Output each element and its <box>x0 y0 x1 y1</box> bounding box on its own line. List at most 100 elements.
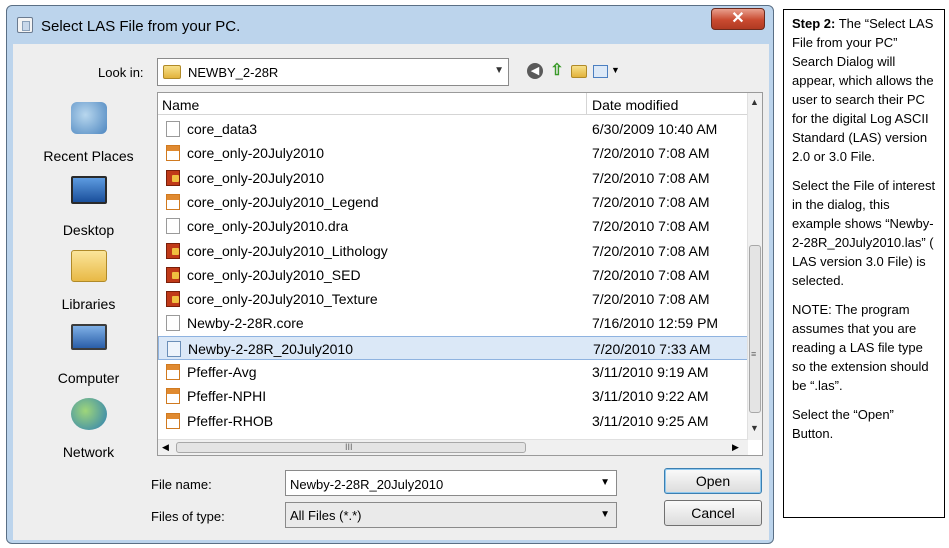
title-bar[interactable]: Select LAS File from your PC. ✕ <box>7 6 773 42</box>
file-name: core_only-20July2010_Texture <box>187 291 378 308</box>
file-row[interactable]: core_only-20July2010.dra 7/20/2010 7:08 A… <box>158 214 748 238</box>
back-icon[interactable]: ◀ <box>527 63 543 79</box>
file-row[interactable]: core_only-20July2010 7/20/2010 7:08 AM <box>158 166 748 190</box>
scroll-grip-icon: III <box>345 442 353 452</box>
file-list-header: Name Date modified <box>158 93 748 115</box>
desktop-icon <box>71 176 107 204</box>
place-label: Desktop <box>62 222 115 238</box>
file-name: core_only-20July2010 <box>187 169 324 186</box>
look-in-dropdown[interactable]: NEWBY_2-28R ▼ <box>157 58 509 86</box>
file-pdf-icon <box>166 145 180 162</box>
column-header-name[interactable]: Name <box>162 97 199 113</box>
file-name: core_only-20July2010_Lithology <box>187 242 388 259</box>
file-row[interactable]: core_only-20July2010 7/20/2010 7:08 AM <box>158 141 748 165</box>
place-computer[interactable]: Computer <box>21 324 156 394</box>
chevron-down-icon: ▼ <box>600 509 610 520</box>
scroll-down-icon[interactable]: ▼ <box>750 423 759 433</box>
network-icon <box>71 398 107 430</box>
place-recent-places[interactable]: Recent Places <box>21 102 156 172</box>
file-date: 7/20/2010 7:08 AM <box>592 193 710 210</box>
file-row[interactable]: Newby-2-28R_20July2010 7/20/2010 7:33 AM <box>158 335 748 360</box>
file-date: 6/30/2009 10:40 AM <box>592 121 718 137</box>
file-name: Pfeffer-Avg <box>187 364 257 380</box>
file-name-combo[interactable]: ▼ <box>285 470 617 496</box>
scroll-left-icon[interactable]: ◀ <box>162 442 169 453</box>
scroll-up-icon[interactable]: ▲ <box>750 97 759 107</box>
file-row[interactable]: core_only-20July2010_Lithology 7/20/2010 … <box>158 239 748 263</box>
place-network[interactable]: Network <box>21 398 156 468</box>
file-date: 3/11/2010 9:25 AM <box>592 412 709 429</box>
note-step-text: The “Select LAS File from your PC” Searc… <box>792 16 934 164</box>
computer-icon <box>71 324 107 350</box>
cancel-button[interactable]: Cancel <box>664 500 762 526</box>
instruction-note: Step 2: The “Select LAS File from your P… <box>783 9 945 518</box>
file-date: 7/20/2010 7:08 AM <box>592 266 710 283</box>
file-list[interactable]: Name Date modified core_data3 6/30/2009 1… <box>157 92 763 456</box>
note-paragraph: Select the “Open” Button. <box>792 407 894 441</box>
file-img-icon <box>166 242 180 259</box>
chevron-down-icon: ▼ <box>494 65 504 76</box>
places-bar: Recent Places Desktop Libraries Computer… <box>21 92 156 472</box>
vertical-scrollbar[interactable]: ▲ ≡ ▼ <box>747 93 762 440</box>
place-libraries[interactable]: Libraries <box>21 250 156 320</box>
file-row[interactable]: Pfeffer-Avg 3/11/2010 9:19 AM <box>158 360 748 384</box>
file-row[interactable]: Pfeffer-NPHI 3/11/2010 9:22 AM <box>158 384 748 408</box>
file-row[interactable]: Pfeffer-RHOB 3/11/2010 9:25 AM <box>158 409 748 433</box>
up-folder-icon[interactable]: ⇧ <box>549 63 565 79</box>
java-app-icon <box>17 17 33 33</box>
file-name: core_only-20July2010.dra <box>187 218 349 235</box>
file-name: core_data3 <box>187 121 258 137</box>
file-pdf-icon <box>166 388 180 405</box>
file-img-icon <box>166 291 180 308</box>
open-button[interactable]: Open <box>664 468 762 494</box>
column-header-date[interactable]: Date modified <box>592 97 678 113</box>
note-paragraph: NOTE: The program assumes that you are r… <box>792 302 929 393</box>
chevron-down-icon[interactable]: ▼ <box>600 477 610 488</box>
place-desktop[interactable]: Desktop <box>21 176 156 246</box>
file-date: 7/20/2010 7:08 AM <box>592 218 710 235</box>
view-menu-arrow-icon[interactable]: ▼ <box>611 65 620 75</box>
libraries-icon <box>71 250 107 282</box>
file-date: 7/20/2010 7:08 AM <box>592 291 710 308</box>
file-row[interactable]: Newby-2-28R.core 7/16/2010 12:59 PM <box>158 311 748 335</box>
file-name-input[interactable] <box>290 475 590 493</box>
file-row[interactable]: core_only-20July2010_Legend 7/20/2010 7:0… <box>158 190 748 214</box>
file-name: Newby-2-28R.core <box>187 315 304 332</box>
file-date: 7/20/2010 7:08 AM <box>592 145 710 162</box>
note-paragraph: Step 2: The “Select LAS File from your P… <box>792 14 936 166</box>
new-folder-icon[interactable] <box>571 65 587 78</box>
vertical-scroll-thumb[interactable]: ≡ <box>749 245 761 413</box>
file-pdf-icon <box>166 193 180 210</box>
file-date: 7/20/2010 7:08 AM <box>592 242 710 259</box>
step-label: Step 2: <box>792 16 836 31</box>
file-row[interactable]: core_only-20July2010_Texture 7/20/2010 7:… <box>158 287 748 311</box>
file-doc-icon <box>166 218 180 235</box>
horizontal-scrollbar[interactable]: ◀ III ▶ <box>158 439 748 455</box>
file-dialog: Select LAS File from your PC. ✕ Look in:… <box>6 5 774 544</box>
recent-places-icon <box>71 102 107 134</box>
look-in-label: Look in: <box>98 65 144 80</box>
place-label: Network <box>62 444 115 460</box>
file-name: core_only-20July2010_Legend <box>187 193 379 210</box>
files-of-type-dropdown[interactable]: All Files (*.*) ▼ <box>285 502 617 528</box>
file-pdf-icon <box>166 412 180 429</box>
horizontal-scroll-thumb[interactable]: III <box>176 442 526 453</box>
look-in-value: NEWBY_2-28R <box>188 65 279 80</box>
file-img-icon <box>166 169 180 186</box>
file-row[interactable]: core_only-20July2010_SED 7/20/2010 7:08 A… <box>158 263 748 287</box>
close-button[interactable]: ✕ <box>711 8 765 30</box>
column-divider[interactable] <box>586 93 587 115</box>
file-doc-icon <box>166 121 180 137</box>
file-row[interactable]: core_data3 6/30/2009 10:40 AM <box>158 117 748 141</box>
files-of-type-label: Files of type: <box>151 509 225 524</box>
view-menu-icon[interactable] <box>593 65 608 78</box>
file-doc-icon <box>166 315 180 332</box>
file-las-icon <box>167 340 181 357</box>
file-pdf-icon <box>166 364 180 380</box>
scroll-right-icon[interactable]: ▶ <box>732 442 739 453</box>
close-icon: ✕ <box>731 10 745 27</box>
dialog-content: Look in: NEWBY_2-28R ▼ ◀ ⇧ ▼ Recent Plac… <box>13 44 769 540</box>
file-date: 3/11/2010 9:22 AM <box>592 388 709 405</box>
file-date: 7/16/2010 12:59 PM <box>592 315 719 332</box>
file-name: Newby-2-28R_20July2010 <box>188 340 353 357</box>
